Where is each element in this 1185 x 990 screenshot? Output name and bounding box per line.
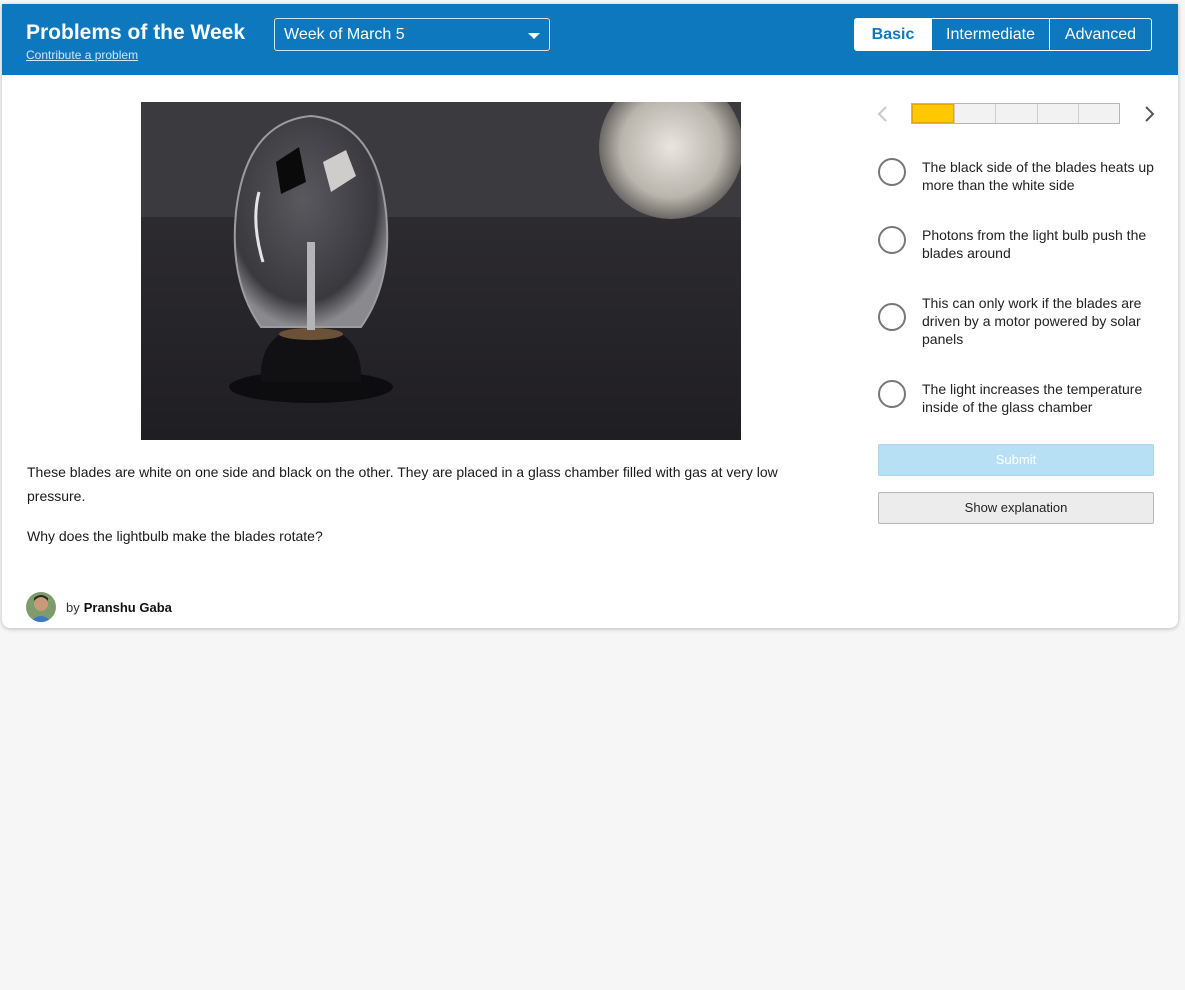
- avatar[interactable]: [26, 592, 56, 622]
- chevron-left-icon: [877, 106, 887, 122]
- problem-progress-bar: [911, 103, 1120, 124]
- answer-choice-1[interactable]: The black side of the blades heats up mo…: [878, 158, 1158, 194]
- next-problem-button[interactable]: [1140, 104, 1158, 124]
- answer-choice-4[interactable]: The light increases the temperature insi…: [878, 380, 1158, 416]
- radio-button[interactable]: [878, 158, 906, 186]
- previous-problem-button[interactable]: [874, 104, 892, 124]
- chevron-right-icon: [1145, 106, 1155, 122]
- problem-question: Why does the lightbulb make the blades r…: [27, 528, 323, 544]
- page-title: Problems of the Week: [26, 21, 246, 44]
- choice-label: The light increases the temperature insi…: [922, 381, 1143, 415]
- choice-label: Photons from the light bulb push the bla…: [922, 227, 1147, 261]
- show-explanation-button[interactable]: Show explanation: [878, 492, 1154, 524]
- level-tabs: Basic Intermediate Advanced: [854, 18, 1152, 51]
- radio-button[interactable]: [878, 303, 906, 331]
- radiometer-photo: [141, 102, 741, 440]
- answer-choice-3[interactable]: This can only work if the blades are dri…: [878, 294, 1158, 348]
- radio-button[interactable]: [878, 226, 906, 254]
- tab-intermediate[interactable]: Intermediate: [931, 19, 1049, 50]
- progress-segment[interactable]: [995, 104, 1036, 123]
- week-select-value: Week of March 5: [284, 26, 405, 43]
- radio-button[interactable]: [878, 380, 906, 408]
- choice-label: This can only work if the blades are dri…: [922, 295, 1142, 347]
- week-select[interactable]: Week of March 5: [274, 18, 550, 51]
- problem-card: Problems of the Week Contribute a proble…: [2, 4, 1178, 628]
- chevron-down-icon: [528, 33, 540, 39]
- progress-segment[interactable]: [912, 104, 955, 123]
- contribute-link[interactable]: Contribute a problem: [26, 48, 138, 62]
- choice-label: The black side of the blades heats up mo…: [922, 159, 1154, 193]
- header-bar: Problems of the Week Contribute a proble…: [2, 4, 1178, 75]
- problem-statement: These blades are white on one side and b…: [27, 464, 778, 504]
- tab-advanced[interactable]: Advanced: [1049, 19, 1151, 50]
- answer-choice-2[interactable]: Photons from the light bulb push the bla…: [878, 226, 1158, 262]
- author-name[interactable]: Pranshu Gaba: [84, 600, 172, 615]
- author-by-label: by: [66, 599, 80, 615]
- tab-basic[interactable]: Basic: [855, 19, 931, 50]
- problem-image: [141, 102, 741, 440]
- author-credit: by Pranshu Gaba: [26, 592, 172, 622]
- progress-segment[interactable]: [1077, 104, 1119, 123]
- submit-button[interactable]: Submit: [878, 444, 1154, 476]
- progress-segment[interactable]: [1036, 104, 1078, 123]
- progress-segment[interactable]: [954, 104, 995, 123]
